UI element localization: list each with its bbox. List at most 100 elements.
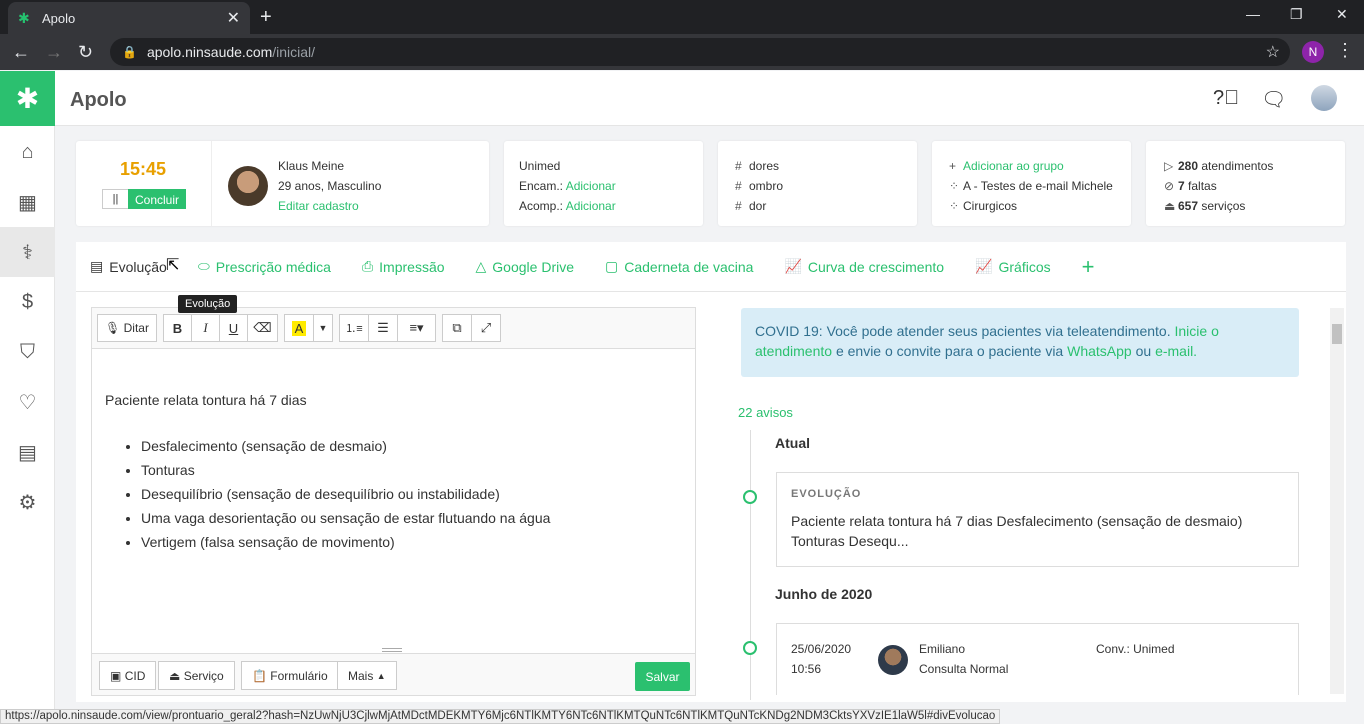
chat-icon[interactable]: 🗨 [1261, 87, 1286, 112]
tag-item[interactable]: ombro [749, 179, 783, 193]
add-group-link[interactable]: Adicionar ao grupo [963, 159, 1064, 173]
calendar-icon[interactable]: ▦ [0, 177, 55, 227]
cid-button[interactable]: ▣ CID [99, 661, 157, 690]
underline-button[interactable]: U [219, 314, 248, 342]
reload-icon[interactable]: ↻ [78, 42, 93, 63]
fullscreen-icon[interactable]: ⤢ [471, 314, 501, 342]
add-tab-icon[interactable]: + [1082, 254, 1095, 280]
hash-icon: # [735, 199, 742, 213]
formulario-button[interactable]: 📋 Formulário [241, 661, 339, 690]
stat-value: 657 [1178, 199, 1199, 213]
acomp-add-link[interactable]: Adicionar [566, 199, 616, 213]
stat-value: 7 [1178, 179, 1185, 193]
tab-evolucao[interactable]: ▤ Evolução [90, 258, 167, 275]
acomp-label: Acomp.: [519, 199, 564, 213]
encam-add-link[interactable]: Adicionar [566, 179, 616, 193]
close-window-icon[interactable]: ✕ [1336, 6, 1348, 23]
entry-date: 25/06/2020 [791, 642, 852, 656]
report-icon[interactable]: ▤ [0, 427, 55, 477]
whatsapp-link[interactable]: WhatsApp [1067, 343, 1132, 359]
browser-tab[interactable]: ✱ Apolo ✕ [8, 2, 250, 34]
maximize-icon[interactable]: ❐ [1290, 6, 1303, 23]
symptom-list: Desfalecimento (sensação de desmaio) Ton… [141, 434, 685, 554]
group-item[interactable]: A - Testes de e-mail Michele [963, 179, 1113, 193]
new-tab-icon[interactable]: + [260, 6, 272, 29]
drive-icon: △ [475, 258, 487, 274]
patient-name: Klaus Meine [278, 159, 345, 173]
concluir-button[interactable]: Concluir [128, 189, 187, 209]
save-button[interactable]: Salvar [635, 662, 690, 691]
minimize-icon[interactable]: — [1246, 6, 1260, 22]
tab-impressao[interactable]: ⎙ Impressão [362, 258, 445, 275]
tooltip: Evolução [178, 295, 238, 313]
editor-paragraph: Paciente relata tontura há 7 dias [105, 392, 307, 408]
play-icon: ▷ [1164, 159, 1174, 173]
servico-button[interactable]: ⏏ Serviço [158, 661, 235, 690]
doctor-avatar [878, 645, 908, 675]
highlight-button[interactable]: A [284, 314, 314, 342]
timeline-card[interactable]: EVOLUÇÃO Paciente relata tontura há 7 di… [776, 472, 1299, 567]
status-url: https://apolo.ninsaude.com/view/prontuar… [0, 709, 1001, 724]
list-item: Tonturas [141, 458, 685, 482]
group-item[interactable]: Cirurgicos [963, 199, 1017, 213]
hash-icon: # [735, 179, 742, 193]
email-link[interactable]: e-mail. [1155, 343, 1197, 359]
ban-icon: ⊘ [1164, 179, 1175, 193]
profile-avatar[interactable]: N [1302, 41, 1324, 63]
mais-button[interactable]: Mais ▲ [337, 661, 397, 690]
tag-item[interactable]: dores [749, 159, 779, 173]
avisos-link[interactable]: 22 avisos [738, 405, 793, 420]
url-input[interactable]: 🔒 apolo.ninsaude.com/inicial/ ☆ [110, 38, 1290, 66]
tab-caderneta[interactable]: ▢ Caderneta de vacina [605, 258, 753, 275]
stethoscope-icon[interactable]: ⚕ [0, 227, 55, 277]
edit-patient-link[interactable]: Editar cadastro [278, 199, 359, 213]
tab-google-drive[interactable]: △ Google Drive [476, 258, 574, 275]
timeline-entry[interactable]: 25/06/2020 10:56 Emiliano Consulta Norma… [776, 623, 1299, 695]
timeline-line [750, 430, 751, 700]
settings-icon[interactable]: ⚙ [0, 477, 55, 527]
pause-button[interactable]: || [102, 189, 128, 209]
tab-prescricao[interactable]: ⬭ Prescrição médica [198, 258, 331, 275]
money-icon[interactable]: $ [0, 277, 55, 327]
bold-button[interactable]: B [163, 314, 192, 342]
list-item: Uma vaga desorientação ou sensação de es… [141, 506, 685, 530]
browser-menu-icon[interactable]: ⋮ [1336, 40, 1354, 61]
bookmark-star-icon[interactable]: ☆ [1266, 42, 1280, 62]
insurance-card: Unimed Encam.: Adicionar Acomp.: Adicion… [504, 141, 703, 226]
heart-pulse-icon[interactable]: ♡ [0, 377, 55, 427]
scrollbar[interactable] [1330, 308, 1344, 694]
bag-icon[interactable]: ⛉ [0, 327, 55, 377]
evolution-editor: 🎙 Ditar B I U ⌫ A ▼ ⒈≡ ☰ ≡▾ ⧉ ⤢ Paciente… [91, 307, 696, 696]
italic-button[interactable]: I [191, 314, 220, 342]
align-icon[interactable]: ≡▾ [397, 314, 436, 342]
copy-format-icon[interactable]: ⧉ [442, 314, 472, 342]
eraser-icon[interactable]: ⌫ [247, 314, 278, 342]
forward-icon[interactable]: → [45, 42, 63, 63]
group-icon: ⁘ [949, 199, 960, 213]
highlight-dropdown-icon[interactable]: ▼ [313, 314, 333, 342]
unordered-list-icon[interactable]: ☰ [368, 314, 398, 342]
resize-handle[interactable] [382, 648, 402, 652]
covid-text: COVID 19: Você pode atender seus pacient… [755, 323, 1171, 339]
covid-text: ou [1135, 343, 1152, 359]
home-icon[interactable]: ⌂ [0, 127, 55, 177]
browser-tabbar: ✱ Apolo ✕ + — ❐ ✕ [0, 0, 1364, 34]
user-avatar[interactable] [1311, 85, 1337, 111]
close-tab-icon[interactable]: ✕ [227, 8, 240, 28]
list-item: Vertigem (falsa sensação de movimento) [141, 530, 685, 554]
tag-item[interactable]: dor [749, 199, 766, 213]
stat-label: serviços [1201, 199, 1246, 213]
editor-content[interactable]: Paciente relata tontura há 7 dias Desfal… [105, 392, 685, 554]
tab-curva[interactable]: 📈 Curva de crescimento [784, 258, 944, 275]
address-bar: ← → ↻ 🔒 apolo.ninsaude.com/inicial/ ☆ [0, 34, 1364, 70]
app-logo-icon[interactable]: ✱ [0, 71, 55, 126]
stats-card: ▷ 280 atendimentos ⊘ 7 faltas ⏏ 657 serviço… [1146, 141, 1345, 226]
ordered-list-icon[interactable]: ⒈≡ [339, 314, 369, 342]
dictate-button[interactable]: 🎙 Ditar [97, 314, 157, 342]
help-icon[interactable]: ?⃝ [1213, 87, 1239, 110]
tab-graficos[interactable]: 📈 Gráficos [975, 258, 1051, 275]
timeline-heading-current: Atual [775, 435, 810, 451]
browser-tab-title: Apolo [42, 10, 76, 26]
back-icon[interactable]: ← [12, 42, 30, 63]
scrollbar-thumb[interactable] [1332, 324, 1342, 344]
